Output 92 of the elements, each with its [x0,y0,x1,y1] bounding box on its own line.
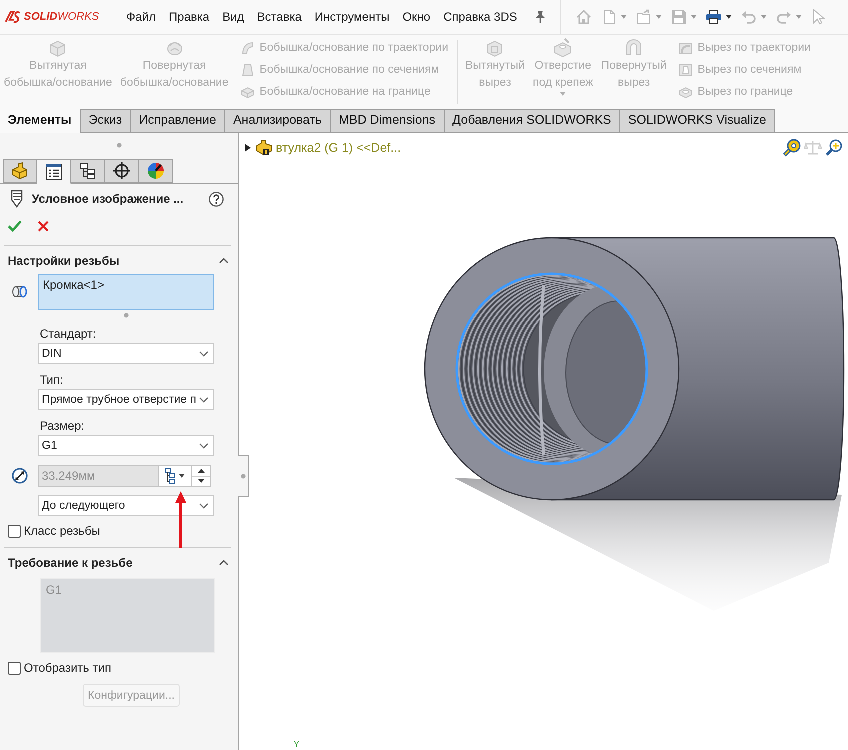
ok-button[interactable] [6,218,24,234]
caret-icon [620,15,627,19]
folder-icon [636,9,652,25]
zoom-icon[interactable] [825,139,843,157]
dropdown[interactable]: G1 [38,435,214,456]
collapse-handle[interactable] [238,455,249,497]
chevron-down-icon[interactable] [199,350,209,356]
cut-cube-icon [485,38,506,58]
cylinder-icon [12,285,28,299]
caret-icon [726,15,732,19]
framed-taper-icon [678,63,693,77]
selection-box[interactable]: Кромка<1> [38,274,214,310]
box-icon [240,85,255,99]
menu-item[interactable]: Файл [120,10,163,24]
ribbon-tab[interactable]: Эскиз [80,109,132,132]
part-name[interactable]: втулка2 (G 1) <<Def... [276,141,402,155]
chevron-down-icon[interactable] [199,442,209,448]
box-hole-icon [678,85,693,99]
ribbon-tab[interactable]: Анализировать [225,109,331,132]
caret-icon [656,15,662,19]
diameter-icon [12,468,28,484]
crosshair-icon [112,162,130,180]
framed-curve-icon [678,41,693,55]
panel-tab[interactable] [71,159,105,183]
part-icon [11,162,29,180]
printer-icon [706,9,722,25]
caret-up-icon [198,468,204,473]
menu-item[interactable]: Окно [396,10,438,24]
menu-item[interactable]: Правка [162,10,216,24]
cursor-icon [810,9,827,25]
tapered-block-icon [240,63,255,77]
ribbon-tab[interactable]: SOLIDWORKS Visualize [620,109,776,132]
undo-icon [740,9,757,25]
part-icon [256,140,273,156]
help-icon[interactable] [209,192,224,206]
section-title: Настройки резьбы [8,254,120,268]
caret-icon [796,15,802,19]
panel-tab[interactable] [139,159,173,183]
field-label: Стандарт: [39,327,98,342]
caret-icon [560,92,566,96]
redo-icon [776,9,792,25]
menu-item[interactable]: Инструменты [308,10,396,24]
panel-tab[interactable] [105,159,139,183]
dropdown[interactable]: Прямое трубное отверстие п [38,389,214,410]
caret-icon [690,15,697,19]
axis-label: Y [294,740,300,749]
app-logo-text: SOLIDWORKS [24,11,100,23]
menu-item[interactable]: Вставка [250,10,308,24]
panel-tab[interactable] [37,159,71,184]
ribbon-tab[interactable]: Элементы [0,109,81,133]
home-icon [576,9,592,25]
color-wheel-icon [146,162,164,180]
grip-dot-icon[interactable] [124,313,128,318]
pin-icon[interactable] [534,10,546,24]
screw-icon [10,190,24,208]
close-icon [38,220,49,232]
chevron-down-icon[interactable] [199,502,209,508]
cube-icon [48,38,68,58]
menu-item[interactable]: Вид [216,10,251,24]
ribbon-tab[interactable]: MBD Dimensions [330,109,445,132]
grip-dot-icon [240,474,246,478]
ribbon-tab[interactable]: Исправление [131,109,226,132]
section-title: Требование к резьбе [8,556,133,570]
grip-dot-icon[interactable] [116,142,122,148]
cancel-button[interactable] [36,218,51,234]
configuration-button[interactable] [159,465,192,487]
tree-icon [78,162,96,180]
curved-tube-icon [240,41,255,55]
panel-title: Условное изображение ... [32,192,185,206]
chevron-up-icon[interactable] [219,258,229,264]
hierarchy-icon [165,468,175,484]
drilled-block-icon [553,38,574,58]
field-label: Тип: [39,373,64,388]
caret-icon [760,15,767,19]
checkbox-label[interactable]: Класс резьбы [24,524,100,538]
checkbox[interactable] [8,524,21,538]
chevron-down-icon[interactable] [199,396,209,402]
up-arrow-icon [175,491,187,549]
save-icon [670,9,687,25]
logo-icon [5,10,21,24]
dropdown[interactable]: До следующего [38,495,214,516]
arch-icon [624,38,644,58]
menu-item[interactable]: Справка 3DS [437,10,524,24]
tape-measure-icon[interactable] [783,139,801,157]
caret-icon [179,474,185,478]
caret-down-icon [198,479,204,484]
list-icon [44,162,62,180]
dropdown[interactable]: DIN [38,343,214,364]
field-label: Размер: [39,419,86,434]
check-icon [8,220,22,232]
expand-triangle-icon[interactable] [245,144,251,152]
ribbon-tab[interactable]: Добавления SOLIDWORKS [444,109,620,132]
